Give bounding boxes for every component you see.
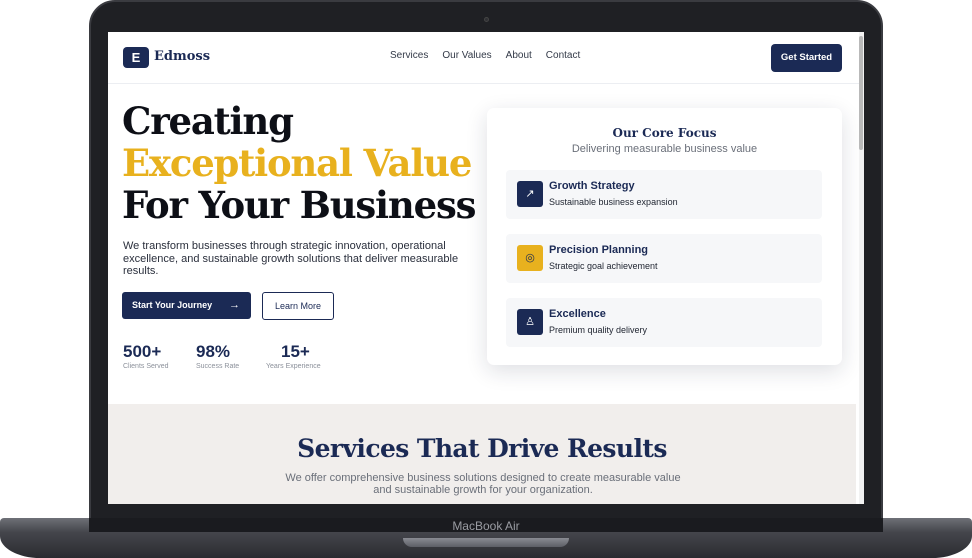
stat-clients: 500+ Clients Served bbox=[123, 342, 169, 370]
start-journey-button[interactable]: Start Your Journey → bbox=[122, 292, 251, 319]
get-started-button[interactable]: Get Started bbox=[771, 44, 842, 72]
stat-label: Years Experience bbox=[266, 363, 321, 370]
focus-item-precision: ◎ Precision Planning Strategic goal achi… bbox=[506, 234, 822, 283]
hero-title-line-3: For Your Business bbox=[122, 183, 476, 227]
nav-links: Services Our Values About Contact bbox=[390, 50, 580, 61]
stat-value: 98% bbox=[196, 342, 231, 361]
screen: E Edmoss Services Our Values About Conta… bbox=[108, 32, 864, 504]
focus-item-growth: ↗ Growth Strategy Sustainable business e… bbox=[506, 170, 822, 219]
core-focus-card: Our Core Focus Delivering measurable bus… bbox=[487, 108, 842, 365]
scrollbar-thumb[interactable] bbox=[859, 36, 863, 150]
focus-item-excellence: ♙ Excellence Premium quality delivery bbox=[506, 298, 822, 347]
logo-icon[interactable]: E bbox=[123, 47, 149, 68]
laptop-notch bbox=[403, 538, 569, 547]
focus-item-name: Excellence bbox=[549, 308, 606, 320]
services-title: Services That Drive Results bbox=[297, 434, 667, 463]
services-section: Services That Drive Results We offer com… bbox=[108, 404, 856, 504]
hero-title: Creating Exceptional Value For Your Busi… bbox=[122, 100, 482, 226]
stat-value: 500+ bbox=[123, 342, 162, 361]
nav-link-about[interactable]: About bbox=[506, 50, 532, 61]
card-subtitle: Delivering measurable business value bbox=[571, 143, 758, 155]
stat-value: 15+ bbox=[281, 342, 310, 361]
laptop-frame: MacBook Air E Edmoss Services Our Values… bbox=[0, 0, 972, 558]
arrow-right-icon: → bbox=[229, 299, 240, 311]
navbar: E Edmoss Services Our Values About Conta… bbox=[108, 32, 864, 84]
hero-title-line-2: Exceptional Value bbox=[122, 141, 472, 185]
stat-label: Clients Served bbox=[123, 363, 169, 370]
focus-item-desc: Premium quality delivery bbox=[549, 325, 648, 335]
focus-item-name: Growth Strategy bbox=[549, 180, 635, 192]
focus-item-desc: Strategic goal achievement bbox=[549, 261, 658, 271]
trending-up-icon: ↗ bbox=[517, 181, 543, 207]
brand-name[interactable]: Edmoss bbox=[154, 49, 210, 64]
nav-link-contact[interactable]: Contact bbox=[546, 50, 580, 61]
award-icon: ♙ bbox=[517, 309, 543, 335]
hero-description: We transform businesses through strategi… bbox=[123, 240, 459, 277]
hero-title-line-1: Creating bbox=[122, 99, 294, 143]
nav-link-our-values[interactable]: Our Values bbox=[442, 50, 491, 61]
device-label: MacBook Air bbox=[452, 519, 520, 533]
nav-link-services[interactable]: Services bbox=[390, 50, 428, 61]
start-journey-label: Start Your Journey bbox=[132, 300, 213, 310]
stat-success: 98% Success Rate bbox=[196, 342, 239, 370]
focus-item-desc: Sustainable business expansion bbox=[549, 197, 678, 207]
stat-years: 15+ Years Experience bbox=[266, 342, 321, 370]
focus-item-name: Precision Planning bbox=[549, 244, 649, 256]
stat-label: Success Rate bbox=[196, 363, 240, 370]
services-description: We offer comprehensive business solution… bbox=[285, 472, 681, 496]
camera-icon bbox=[484, 17, 489, 22]
card-title: Our Core Focus bbox=[612, 126, 717, 140]
target-icon: ◎ bbox=[517, 245, 543, 271]
learn-more-button[interactable]: Learn More bbox=[262, 292, 334, 320]
